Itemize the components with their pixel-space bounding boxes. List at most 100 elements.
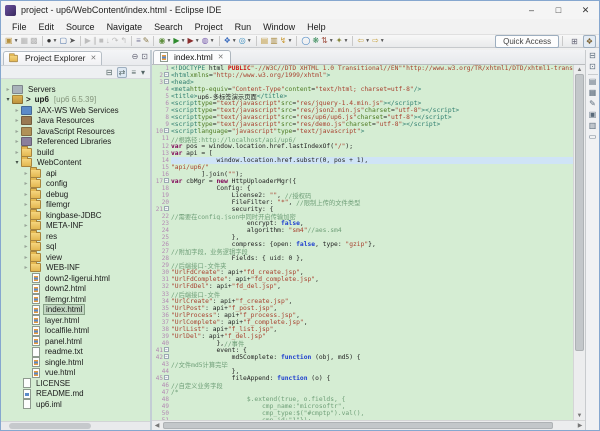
tree-item-layer-html[interactable]: layer.html [1, 315, 150, 326]
tree-item-javascript-resources[interactable]: ▸JavaScript Resources [1, 126, 150, 137]
editor-vscrollbar[interactable]: ▲ ▼ [573, 65, 585, 420]
view-menu-icon[interactable]: ▾ [140, 68, 146, 77]
menu-search[interactable]: Search [148, 19, 189, 34]
menu-edit[interactable]: Edit [33, 19, 61, 34]
expand-arrow-icon[interactable]: ▸ [13, 107, 21, 114]
expand-arrow-icon[interactable]: ▸ [22, 212, 30, 219]
expand-arrow-icon[interactable]: ▸ [22, 180, 30, 187]
explorer-hscrollbar[interactable] [1, 421, 150, 430]
explorer-tab-close-icon[interactable]: ✕ [90, 54, 96, 62]
scroll-down-icon[interactable]: ▼ [574, 411, 585, 420]
tree-item-web-inf[interactable]: ▸WEB-INF [1, 263, 150, 274]
properties-view-icon[interactable]: ▥ [589, 122, 597, 130]
annotations-icon[interactable]: ✎ [142, 35, 151, 47]
maximize-view-icon[interactable]: ⊡ [141, 52, 148, 61]
quick-access-button[interactable]: Quick Access [495, 35, 559, 48]
hscroll-thumb[interactable] [163, 422, 553, 429]
tree-item-panel-html[interactable]: panel.html [1, 336, 150, 347]
snippets-view-icon[interactable]: ✎ [589, 100, 596, 108]
fold-minus-icon[interactable]: − [164, 354, 169, 359]
tab-project-explorer[interactable]: Project Explorer ✕ [3, 51, 102, 65]
tree-item-meta-inf[interactable]: ▸META-INF [1, 221, 150, 232]
java-element-icon[interactable]: ❋ [311, 35, 320, 47]
debug-icon[interactable]: ◉▼ [157, 35, 172, 47]
filters-icon[interactable]: ≡ [130, 68, 137, 77]
new-ee-project-icon[interactable]: ❖▼ [223, 35, 238, 47]
tree-item-filemgr-html[interactable]: filemgr.html [1, 294, 150, 305]
scroll-up-icon[interactable]: ▲ [574, 65, 585, 74]
terminate-icon[interactable]: ■ [98, 35, 105, 47]
code-editor[interactable]: 1<!DOCTYPE html PUBLIC "-//W3C//DTD XHTM… [152, 65, 573, 420]
tree-item-kingbase-jdbc[interactable]: ▸kingbase-JDBC [1, 210, 150, 221]
fold-minus-icon[interactable]: − [164, 206, 169, 211]
expand-arrow-icon[interactable]: ▸ [4, 86, 12, 93]
fold-minus-icon[interactable]: − [164, 178, 169, 183]
menu-project[interactable]: Project [189, 19, 229, 34]
resume-icon[interactable]: ▶ [84, 35, 92, 47]
coverage-icon[interactable]: ▶▼ [187, 35, 201, 47]
tree-item-servers[interactable]: ▸Servers [1, 84, 150, 95]
problems-view-icon[interactable]: ▣ [589, 111, 597, 119]
expand-arrow-icon[interactable]: ▸ [13, 128, 21, 135]
expand-arrow-icon[interactable]: ▸ [22, 233, 30, 240]
export-icon[interactable]: ▥ [269, 35, 279, 47]
tree-item-config[interactable]: ▸config [1, 179, 150, 190]
tree-item-debug[interactable]: ▸debug [1, 189, 150, 200]
forward-icon[interactable]: ⇨▼ [371, 35, 386, 47]
tree-item-up6-iml[interactable]: up6.iml [1, 399, 150, 410]
expand-arrow-icon[interactable]: ▸ [22, 222, 30, 229]
perspective-resource-icon[interactable]: ⊞ [569, 36, 580, 47]
editor-tab-close-icon[interactable]: ✕ [218, 53, 224, 61]
run-icon[interactable]: ▶▼ [172, 35, 186, 47]
tree-item-readme-txt[interactable]: readme.txt [1, 347, 150, 358]
external-tools-icon[interactable]: ↯▼ [279, 35, 294, 47]
scroll-right-icon[interactable]: ▶ [575, 421, 585, 430]
tree-item-localfile-html[interactable]: localfile.html [1, 326, 150, 337]
expand-arrow-icon[interactable]: ▾ [13, 159, 21, 166]
tree-item-down2-html[interactable]: down2.html [1, 284, 150, 295]
import-icon[interactable]: ▤ [260, 35, 270, 47]
menu-window[interactable]: Window [257, 19, 301, 34]
fold-minus-icon[interactable]: − [164, 347, 169, 352]
project-tree[interactable]: ▸Servers▾>up6[up6 6.5.39]▸JAX-WS Web Ser… [1, 82, 150, 421]
perspective-jee-icon[interactable]: ❖ [583, 35, 596, 48]
tree-item-res[interactable]: ▸res [1, 231, 150, 242]
task-list-view-icon[interactable]: ▦ [589, 89, 597, 97]
maximize-button[interactable]: □ [545, 1, 572, 19]
tree-item-license[interactable]: LICENSE [1, 378, 150, 389]
ant-icon[interactable]: ✦▼ [335, 35, 350, 47]
menu-source[interactable]: Source [60, 19, 101, 34]
close-button[interactable]: ✕ [572, 1, 599, 19]
expand-arrow-icon[interactable]: ▸ [22, 201, 30, 208]
fold-minus-icon[interactable]: − [164, 375, 169, 380]
tree-item-vue-html[interactable]: vue.html [1, 368, 150, 379]
web-browser-icon[interactable]: ◯ [300, 35, 311, 47]
tree-item-sql[interactable]: ▸sql [1, 242, 150, 253]
tree-item-webcontent[interactable]: ▾WebContent [1, 158, 150, 169]
minimize-view-icon[interactable]: ⊖ [132, 52, 139, 61]
new-web-service-icon[interactable]: ◎▼ [238, 35, 253, 47]
servers-view-icon[interactable]: ▭ [589, 133, 597, 141]
save-all-icon[interactable]: ▩ [29, 35, 39, 47]
fold-minus-icon[interactable]: − [164, 128, 169, 133]
expand-arrow-icon[interactable]: ▸ [22, 243, 30, 250]
fold-minus-icon[interactable]: − [164, 79, 169, 84]
menu-file[interactable]: File [6, 19, 33, 34]
tree-item-view[interactable]: ▸view [1, 252, 150, 263]
open-console-icon[interactable]: ▢ [58, 35, 68, 47]
launch-config-icon[interactable]: ●▼ [46, 35, 59, 47]
expand-arrow-icon[interactable]: ▸ [13, 138, 21, 145]
minimize-button[interactable]: – [518, 1, 545, 19]
menu-run[interactable]: Run [229, 19, 258, 34]
expand-arrow-icon[interactable]: ▸ [22, 191, 30, 198]
junit-icon[interactable]: ⇅▼ [320, 35, 335, 47]
save-icon[interactable]: ▦ [20, 35, 30, 47]
mark-occurrences-icon[interactable]: ≡ [135, 35, 142, 47]
editor-hscrollbar[interactable]: ◀ ▶ [152, 420, 585, 430]
profile-icon[interactable]: ◍▼ [201, 35, 216, 47]
tree-item-down2-ligerui-html[interactable]: down2-ligerui.html [1, 273, 150, 284]
select-tool-icon[interactable]: ➤ [68, 35, 77, 47]
expand-arrow-icon[interactable]: ▸ [13, 117, 21, 124]
tab-index-html[interactable]: index.html ✕ [153, 50, 231, 64]
outline-view-icon[interactable]: ▤ [589, 78, 597, 86]
